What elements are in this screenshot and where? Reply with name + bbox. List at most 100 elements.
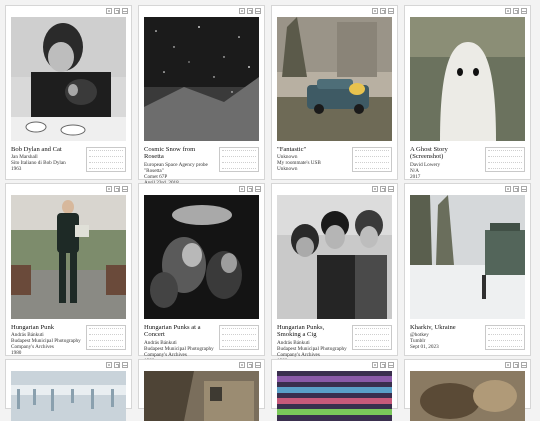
gear-icon[interactable] [505,362,511,368]
photo-card[interactable]: A Ghost Story (Screenshot) David Lowery … [404,5,531,180]
photo-card[interactable]: Bob Dylan and Cat Jan Marshall Sito Ital… [5,5,132,180]
photo-image[interactable] [410,195,525,319]
card-toolbar [370,362,394,369]
photo-title: "Fantastic" [277,146,307,153]
gear-icon[interactable] [239,8,245,14]
gear-icon[interactable] [372,362,378,368]
photo-image[interactable] [11,17,126,141]
close-icon[interactable] [122,362,128,368]
gear-icon[interactable] [106,362,112,368]
photo-card[interactable] [5,359,132,421]
close-icon[interactable] [521,362,527,368]
close-icon[interactable] [255,186,261,192]
expand-icon[interactable] [114,186,120,192]
photo-card[interactable]: Hungarian Punk András Bánkuti Budapest M… [5,183,132,356]
photo-caption: Cosmic Snow from Rosetta European Space … [144,146,216,186]
card-toolbar [370,186,394,193]
gear-icon[interactable] [106,8,112,14]
card-toolbar [370,8,394,15]
photo-date: Unknown [277,166,298,173]
expand-icon[interactable] [247,8,253,14]
photo-date: 1980 [11,350,22,357]
photo-card[interactable]: Kharkiv, Ukraine @hotkey Tumblr Sept 01,… [404,183,531,356]
photo-caption: Bob Dylan and Cat Jan Marshall Sito Ital… [11,146,83,172]
photo-title: Bob Dylan and Cat [11,146,62,153]
notes-box[interactable] [352,325,392,350]
close-icon[interactable] [388,186,394,192]
close-icon[interactable] [388,8,394,14]
expand-icon[interactable] [513,186,519,192]
expand-icon[interactable] [380,186,386,192]
close-icon[interactable] [388,362,394,368]
expand-icon[interactable] [114,362,120,368]
close-icon[interactable] [122,186,128,192]
photo-image[interactable] [144,17,259,141]
photo-date: Sept 01, 2023 [410,344,439,351]
photo-title: Hungarian Punks at a Concert [144,324,201,339]
expand-icon[interactable] [380,8,386,14]
notes-box[interactable] [219,147,259,172]
gear-icon[interactable] [372,8,378,14]
photo-title: Kharkiv, Ukraine [410,324,456,331]
photo-image[interactable] [277,371,392,421]
gear-icon[interactable] [239,186,245,192]
photo-card[interactable]: Hungarian Punks, Smoking a Cig András Bá… [271,183,398,364]
photo-image[interactable] [144,371,259,421]
photo-card[interactable]: Cosmic Snow from Rosetta European Space … [138,5,265,186]
photo-caption: Kharkiv, Ukraine @hotkey Tumblr Sept 01,… [410,324,482,350]
photo-title: Cosmic Snow from Rosetta [144,146,196,161]
card-toolbar [503,186,527,193]
expand-icon[interactable] [247,362,253,368]
photo-caption: "Fantastic" Unknown My roommate's USB Un… [277,146,349,172]
expand-icon[interactable] [380,362,386,368]
card-toolbar [237,362,261,369]
gear-icon[interactable] [505,8,511,14]
photo-image[interactable] [410,17,525,141]
notes-box[interactable] [86,325,126,350]
gear-icon[interactable] [505,186,511,192]
photo-caption: Hungarian Punk András Bánkuti Budapest M… [11,324,83,356]
photo-image[interactable] [144,195,259,319]
photo-caption: Hungarian Punks at a Concert András Bánk… [144,324,216,364]
notes-box[interactable] [485,147,525,172]
photo-image[interactable] [277,17,392,141]
expand-icon[interactable] [114,8,120,14]
expand-icon[interactable] [513,362,519,368]
expand-icon[interactable] [247,186,253,192]
photo-source: Budapest Municipal Photography [277,345,347,352]
photo-date: 2017 [410,173,421,180]
photo-title: Hungarian Punks, Smoking a Cig [277,324,325,339]
photo-source: Budapest Municipal Photography [144,345,214,352]
close-icon[interactable] [521,8,527,14]
card-toolbar [104,8,128,15]
photo-card[interactable] [404,359,531,421]
card-toolbar [503,8,527,15]
photo-card[interactable]: Hungarian Punks at a Concert András Bánk… [138,183,265,364]
card-toolbar [237,8,261,15]
photo-card[interactable] [271,359,398,421]
photo-image[interactable] [410,371,525,421]
gear-icon[interactable] [372,186,378,192]
close-icon[interactable] [521,186,527,192]
card-toolbar [104,362,128,369]
close-icon[interactable] [255,362,261,368]
gear-icon[interactable] [106,186,112,192]
photo-image[interactable] [11,371,126,421]
notes-box[interactable] [219,325,259,350]
close-icon[interactable] [255,8,261,14]
close-icon[interactable] [122,8,128,14]
gear-icon[interactable] [239,362,245,368]
notes-box[interactable] [86,147,126,172]
photo-card[interactable]: "Fantastic" Unknown My roommate's USB Un… [271,5,398,180]
card-toolbar [237,186,261,193]
photo-title: A Ghost Story (Screenshot) [410,146,448,161]
card-toolbar [503,362,527,369]
photo-image[interactable] [277,195,392,319]
expand-icon[interactable] [513,8,519,14]
notes-box[interactable] [485,325,525,350]
photo-title: Hungarian Punk [11,324,55,331]
notes-box[interactable] [352,147,392,172]
card-toolbar [104,186,128,193]
photo-card[interactable] [138,359,265,421]
photo-image[interactable] [11,195,126,319]
